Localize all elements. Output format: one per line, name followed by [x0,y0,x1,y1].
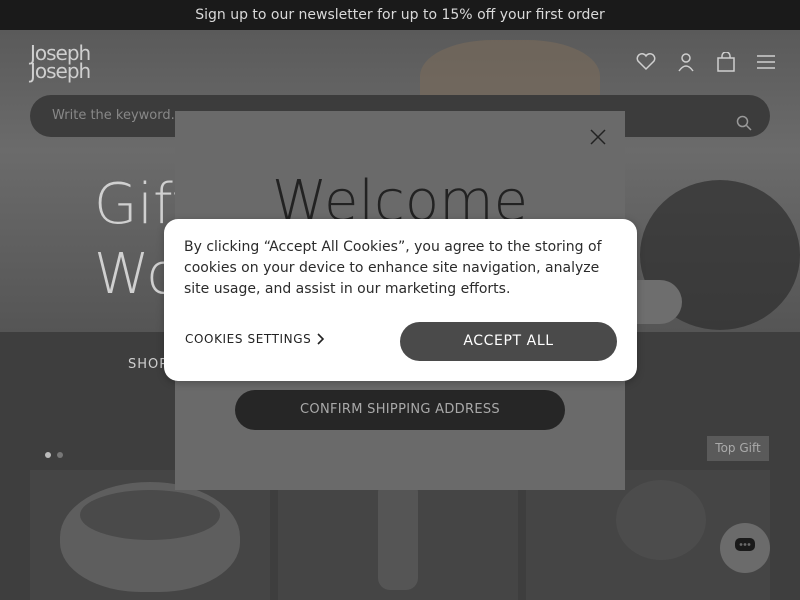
shop-link[interactable]: SHOP [128,357,168,372]
search-placeholder: Write the keyword... [52,108,184,123]
menu-icon[interactable] [756,52,776,72]
product-image [80,490,220,540]
carousel-dots[interactable] [45,452,63,458]
product-image [378,480,418,590]
product-badge: Top Gift [707,436,769,461]
logo-line: Joseph [30,59,91,83]
user-icon[interactable] [676,52,696,72]
header-icons [636,52,776,72]
confirm-shipping-button[interactable]: CONFIRM SHIPPING ADDRESS [235,390,565,430]
announcement-bar[interactable]: Sign up to our newsletter for up to 15% … [0,0,800,30]
cookies-settings-label: COOKIES SETTINGS [185,332,312,346]
bag-icon[interactable] [716,52,736,72]
search-icon[interactable] [736,107,752,149]
close-icon[interactable] [587,128,609,150]
product-image [616,480,706,560]
chat-button[interactable] [720,523,770,573]
accept-all-button[interactable]: ACCEPT ALL [400,322,617,361]
cookie-banner: By clicking “Accept All Cookies”, you ag… [164,219,637,381]
heart-icon[interactable] [636,52,656,72]
chevron-right-icon [317,332,325,346]
cookies-settings-button[interactable]: COOKIES SETTINGS [185,332,325,346]
chat-icon [734,537,756,560]
site-logo[interactable]: Joseph Joseph [30,43,91,83]
cookie-message: By clicking “Accept All Cookies”, you ag… [184,239,602,297]
